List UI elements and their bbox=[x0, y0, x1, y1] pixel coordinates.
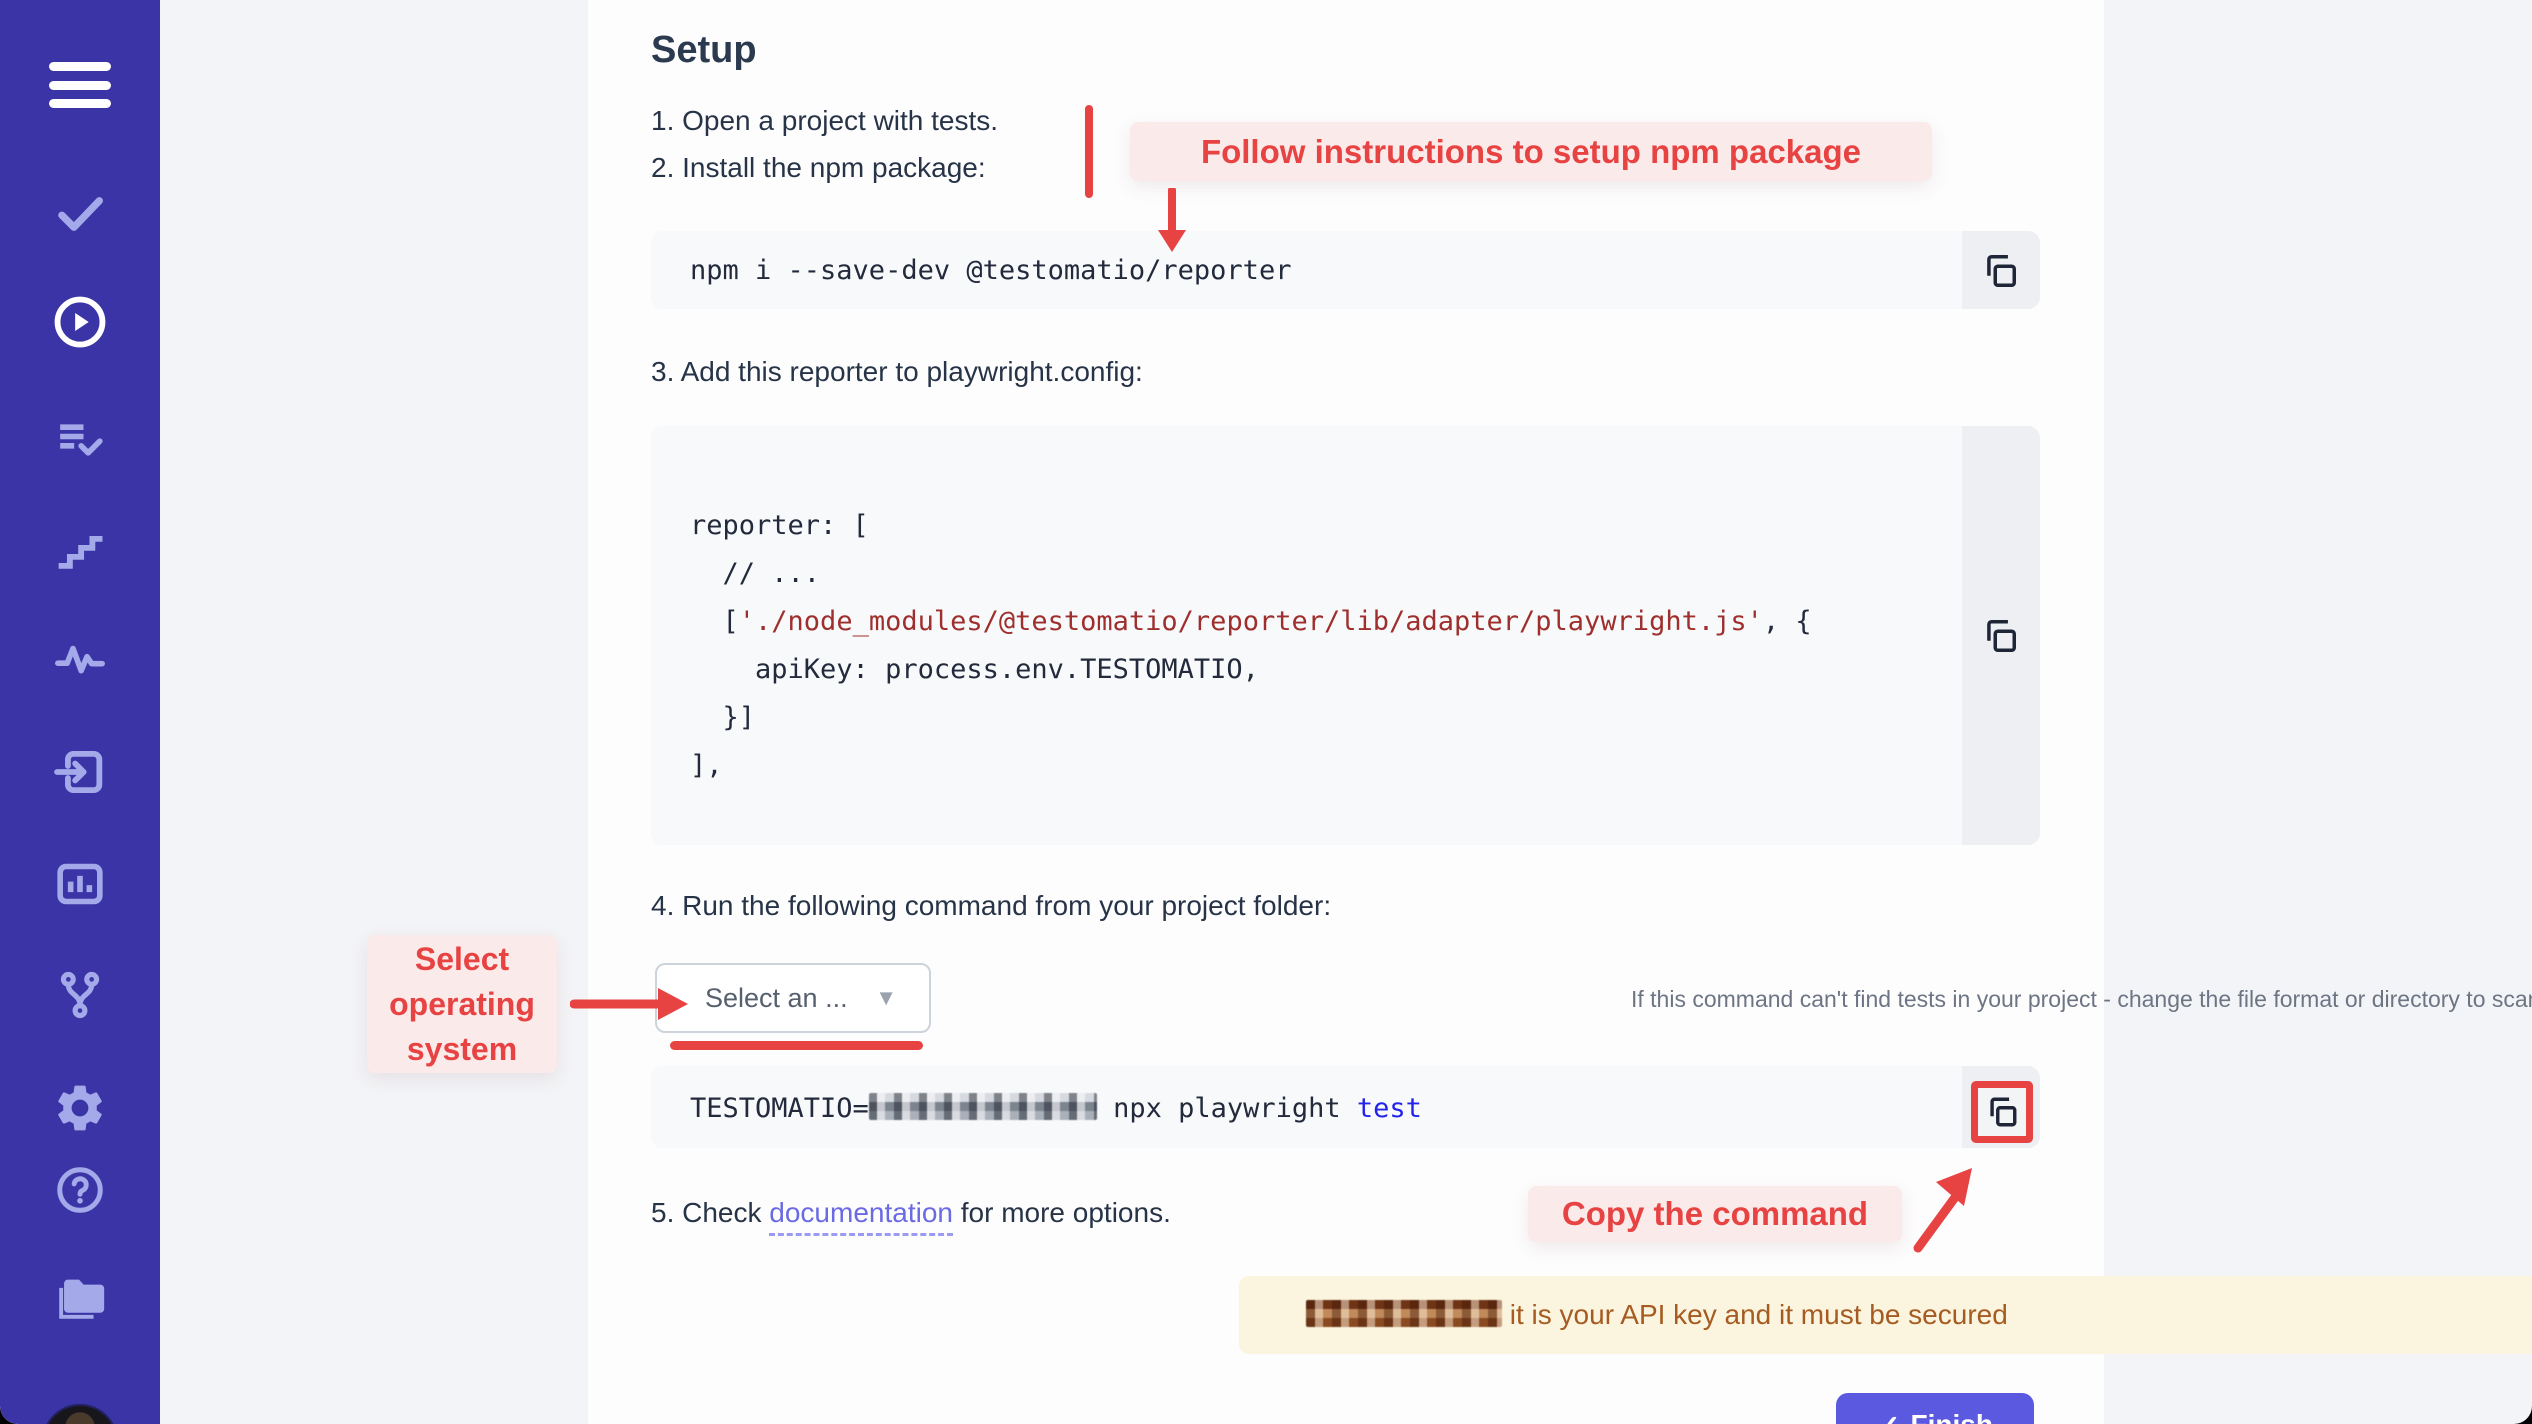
sidebar-item-projects[interactable] bbox=[51, 1268, 109, 1326]
bar-chart-icon bbox=[52, 856, 108, 912]
warning-message: it is your API key and it must be secure… bbox=[1502, 1299, 2008, 1330]
gear-icon bbox=[52, 1080, 108, 1136]
annotation-select-os: Select operating system bbox=[367, 935, 557, 1073]
step-5: 5. Check documentation for more options. bbox=[651, 1196, 1171, 1230]
copy-run-command-button[interactable] bbox=[1984, 1094, 2020, 1130]
sidebar-item-tests[interactable] bbox=[51, 185, 109, 243]
command-highlight: test bbox=[1357, 1093, 1422, 1124]
sidebar-item-steps[interactable] bbox=[53, 522, 107, 576]
api-key-warning-banner: it is your API key and it must be secure… bbox=[1239, 1276, 2532, 1354]
copy-install-button[interactable] bbox=[1980, 251, 2020, 291]
sign-in-icon bbox=[51, 743, 109, 801]
config-code: reporter: [ // ... ['./node_modules/@tes… bbox=[690, 502, 1940, 790]
finish-label: Finish bbox=[1911, 1409, 1993, 1424]
step-1: 1. Open a project with tests. bbox=[651, 104, 998, 138]
branch-merge-icon bbox=[52, 967, 108, 1023]
folder-icon bbox=[51, 1268, 109, 1326]
list-check-icon bbox=[52, 412, 108, 468]
documentation-link[interactable]: documentation bbox=[769, 1197, 953, 1236]
annotation-arrow-diagonal-icon bbox=[1900, 1160, 1980, 1255]
command-middle: npx playwright bbox=[1097, 1093, 1357, 1124]
copy-icon bbox=[1981, 617, 2019, 655]
page-title: Setup bbox=[651, 26, 757, 74]
hamburger-icon bbox=[49, 62, 111, 108]
warning-text: it is your API key and it must be secure… bbox=[1306, 1299, 2008, 1331]
annotation-line: operating bbox=[389, 982, 535, 1027]
menu-button[interactable] bbox=[49, 62, 111, 108]
sidebar-item-runs-active[interactable] bbox=[51, 293, 109, 351]
copy-icon bbox=[1981, 252, 2019, 290]
user-avatar[interactable] bbox=[42, 1404, 118, 1424]
copy-config-button[interactable] bbox=[1980, 616, 2020, 656]
sidebar-item-settings[interactable] bbox=[52, 1080, 108, 1136]
help-circle-icon bbox=[53, 1163, 107, 1217]
check-icon: ✓ bbox=[1877, 1409, 1900, 1424]
finish-button[interactable]: ✓ Finish bbox=[1836, 1393, 2034, 1424]
sidebar-item-analytics[interactable] bbox=[52, 856, 108, 912]
annotation-copy-highlight-box bbox=[1971, 1081, 2033, 1143]
env-prefix: TESTOMATIO= bbox=[690, 1093, 869, 1124]
sidebar-item-test-plans[interactable] bbox=[52, 412, 108, 468]
activity-icon bbox=[52, 631, 108, 687]
sidebar-item-import-runs[interactable] bbox=[51, 743, 109, 801]
play-circle-icon bbox=[51, 293, 109, 351]
run-command-block: TESTOMATIO= npx playwright test bbox=[651, 1066, 2040, 1148]
check-icon bbox=[51, 185, 109, 243]
annotation-underline bbox=[670, 1041, 923, 1050]
annotation-copy-note: Copy the command bbox=[1528, 1186, 1902, 1242]
copy-icon bbox=[1985, 1095, 2019, 1129]
annotation-vertical-line bbox=[1085, 105, 1093, 198]
install-code-block: npm i --save-dev @testomatio/reporter bbox=[651, 231, 2040, 309]
sidebar bbox=[0, 0, 160, 1424]
config-code-block: reporter: [ // ... ['./node_modules/@tes… bbox=[651, 426, 2040, 845]
step-5-prefix: 5. Check bbox=[651, 1197, 769, 1228]
annotation-arrow-down-icon bbox=[1150, 188, 1194, 256]
redacted-api-key bbox=[1306, 1300, 1502, 1327]
step-3: 3. Add this reporter to playwright.confi… bbox=[651, 355, 1143, 389]
sidebar-item-branches[interactable] bbox=[52, 967, 108, 1023]
annotation-line: Select bbox=[415, 937, 509, 982]
redacted-api-key bbox=[869, 1093, 1097, 1120]
step-4: 4. Run the following command from your p… bbox=[651, 889, 1331, 923]
annotation-line: system bbox=[407, 1027, 517, 1072]
stairs-icon bbox=[53, 522, 107, 576]
step-2: 2. Install the npm package: bbox=[651, 151, 986, 185]
sidebar-item-help[interactable] bbox=[53, 1163, 107, 1217]
annotation-npm-note: Follow instructions to setup npm package bbox=[1130, 122, 1932, 181]
chevron-down-icon: ▼ bbox=[875, 985, 897, 1011]
run-command-text: TESTOMATIO= npx playwright test bbox=[690, 1093, 1422, 1124]
sidebar-item-pulse[interactable] bbox=[52, 631, 108, 687]
step-5-suffix: for more options. bbox=[953, 1197, 1171, 1228]
scan-hint-text: If this command can't find tests in your… bbox=[1631, 984, 2532, 1014]
os-select-value: Select an ... bbox=[705, 983, 848, 1014]
testomatio-setup-page: Setup 1. Open a project with tests. 2. I… bbox=[0, 0, 2532, 1424]
install-command-text: npm i --save-dev @testomatio/reporter bbox=[690, 255, 1291, 286]
os-select-dropdown[interactable]: Select an ... ▼ bbox=[655, 963, 931, 1033]
annotation-arrow-right-icon bbox=[570, 982, 692, 1026]
